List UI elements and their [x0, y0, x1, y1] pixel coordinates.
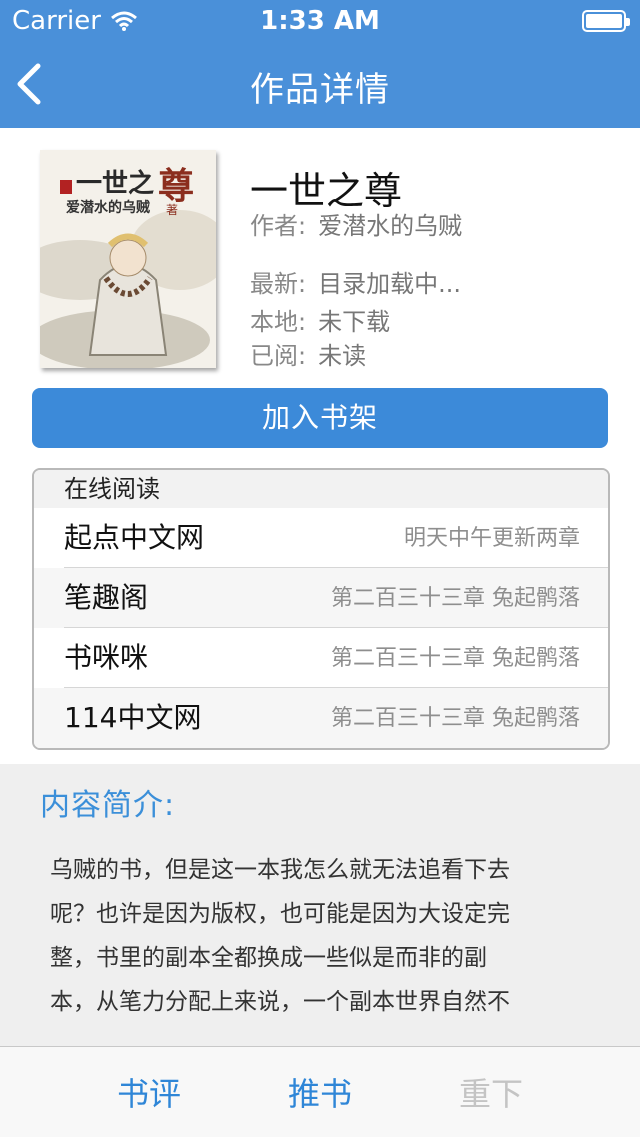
intro-line: 呢？也许是因为版权，也可能是因为大设定完	[50, 901, 510, 927]
source-name: 起点中文网	[64, 521, 205, 554]
intro-section: 内容简介: 乌贼的书，但是这一本我怎么就无法追看下去 呢？也许是因为版权，也可能…	[0, 764, 640, 1048]
source-latest: 第二百三十三章 兔起鹘落	[331, 646, 580, 671]
intro-text[interactable]: 乌贼的书，但是这一本我怎么就无法追看下去 呢？也许是因为版权，也可能是因为大设定…	[50, 848, 580, 1024]
author-label: 作者:	[250, 212, 307, 240]
review-button[interactable]: 书评	[89, 1069, 209, 1115]
status-time: 1:33 AM	[260, 6, 380, 36]
read-label: 已阅:	[250, 342, 307, 370]
local-row: 本地: 未下载	[250, 302, 390, 337]
svg-text:爱潜水的乌贼: 爱潜水的乌贼	[66, 199, 150, 216]
svg-text:一世之: 一世之	[76, 168, 154, 199]
svg-text:著: 著	[166, 203, 178, 217]
online-reading-panel: 在线阅读 起点中文网 明天中午更新两章 笔趣阁 第二百三十三章 兔起鹘落 书咪咪…	[32, 468, 610, 750]
author-row: 作者: 爱潜水的乌贼	[250, 206, 462, 241]
latest-label: 最新:	[250, 270, 307, 298]
source-row-shumimi[interactable]: 书咪咪 第二百三十三章 兔起鹘落	[34, 628, 608, 688]
add-to-shelf-button[interactable]: 加入书架	[32, 388, 608, 448]
latest-value: 目录加载中...	[318, 270, 461, 298]
redownload-button[interactable]: 重下	[431, 1069, 551, 1115]
svg-text:尊: 尊	[158, 165, 194, 207]
bottom-tab-bar: 书评 推书 重下	[0, 1046, 640, 1137]
source-row-114[interactable]: 114中文网 第二百三十三章 兔起鹘落	[34, 688, 608, 748]
page-title: 作品详情	[250, 70, 390, 110]
recommend-button[interactable]: 推书	[260, 1069, 380, 1115]
intro-title: 内容简介:	[40, 788, 176, 823]
source-name: 114中文网	[64, 701, 202, 734]
author-value: 爱潜水的乌贼	[318, 212, 463, 240]
local-label: 本地:	[250, 308, 307, 336]
battery-icon	[582, 10, 630, 32]
header-bar: Carrier 1:33 AM 作品详情	[0, 0, 640, 128]
source-name: 书咪咪	[64, 641, 149, 674]
intro-line: 整，书里的副本全都换成一些似是而非的副	[50, 945, 487, 971]
nav-bar: 作品详情	[0, 40, 640, 128]
source-row-biquge[interactable]: 笔趣阁 第二百三十三章 兔起鹘落	[34, 568, 608, 628]
source-name: 笔趣阁	[64, 581, 149, 614]
status-bar: Carrier 1:33 AM	[0, 0, 640, 40]
intro-line: 乌贼的书，但是这一本我怎么就无法追看下去	[50, 857, 510, 883]
book-cover-image: 一世之 尊 爱潜水的乌贼 著	[40, 150, 216, 368]
source-latest: 第二百三十三章 兔起鹘落	[331, 586, 580, 611]
local-value: 未下载	[318, 308, 391, 336]
online-reading-header: 在线阅读	[34, 470, 608, 508]
intro-line: 本，从笔力分配上来说，一个副本世界自然不	[50, 989, 510, 1015]
read-value: 未读	[318, 342, 367, 370]
source-latest: 第二百三十三章 兔起鹘落	[331, 706, 580, 731]
source-row-qidian[interactable]: 起点中文网 明天中午更新两章	[34, 508, 608, 568]
read-row: 已阅: 未读	[250, 336, 366, 371]
source-latest: 明天中午更新两章	[403, 526, 580, 551]
latest-row: 最新: 目录加载中...	[250, 264, 461, 299]
